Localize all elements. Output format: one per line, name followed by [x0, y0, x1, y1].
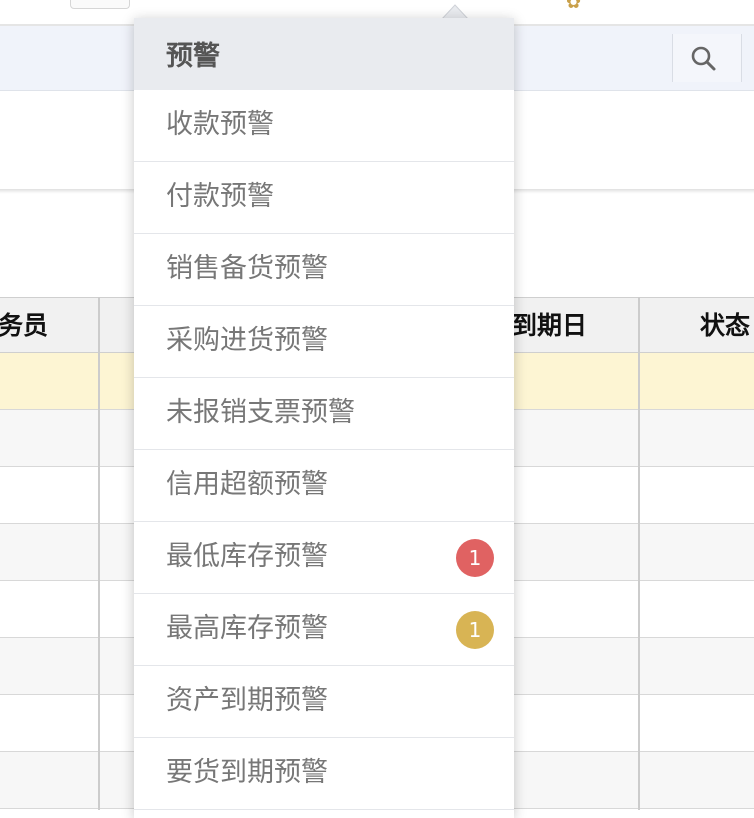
- menu-item-label: 信用超额预警: [166, 469, 328, 500]
- search-button[interactable]: [672, 34, 742, 82]
- count-badge: 1: [456, 611, 494, 649]
- dropdown-header: 预警: [134, 18, 514, 90]
- menu-item-credit-limit-alert[interactable]: 信用超额预警: [134, 450, 514, 522]
- menu-item-label: 最低库存预警: [166, 541, 328, 572]
- count-badge: 1: [456, 539, 494, 577]
- gear-icon[interactable]: ✿: [566, 0, 588, 12]
- column-divider: [638, 297, 640, 810]
- search-icon: [691, 46, 716, 71]
- column-divider: [98, 297, 100, 810]
- menu-item-label: 未报销支票预警: [166, 397, 355, 428]
- menu-item-label: 最高库存预警: [166, 613, 328, 644]
- menu-item-label: 销售备货预警: [166, 253, 328, 284]
- menu-item-unreimbursed-check-alert[interactable]: 未报销支票预警: [134, 378, 514, 450]
- alerts-dropdown-menu: 预警 收款预警 付款预警 销售备货预警 采购进货预警 未报销支票预警 信用超额预…: [134, 18, 514, 818]
- menu-item-asset-expiry-alert[interactable]: 资产到期预警: [134, 666, 514, 738]
- menu-item-order-expiry-alert[interactable]: 要货到期预警: [134, 738, 514, 810]
- toolbar-button[interactable]: [70, 0, 130, 9]
- menu-item-max-stock-alert[interactable]: 最高库存预警 1: [134, 594, 514, 666]
- menu-item-label: 采购进货预警: [166, 325, 328, 356]
- menu-item-min-stock-alert[interactable]: 最低库存预警 1: [134, 522, 514, 594]
- column-header-status[interactable]: 状态: [700, 298, 750, 354]
- menu-item-label: 付款预警: [166, 181, 274, 212]
- menu-item-purchase-alert[interactable]: 采购进货预警: [134, 306, 514, 378]
- menu-item-label: 收款预警: [166, 109, 274, 140]
- menu-item-label: 资产到期预警: [166, 685, 328, 716]
- menu-item-label: 要货到期预警: [166, 757, 328, 788]
- column-header-salesperson[interactable]: 务员: [0, 298, 48, 354]
- menu-item-payable-alert[interactable]: 付款预警: [134, 162, 514, 234]
- menu-item-receivable-alert[interactable]: 收款预警: [134, 90, 514, 162]
- column-header-due-date[interactable]: 到期日: [512, 298, 587, 354]
- menu-item-sales-stock-alert[interactable]: 销售备货预警: [134, 234, 514, 306]
